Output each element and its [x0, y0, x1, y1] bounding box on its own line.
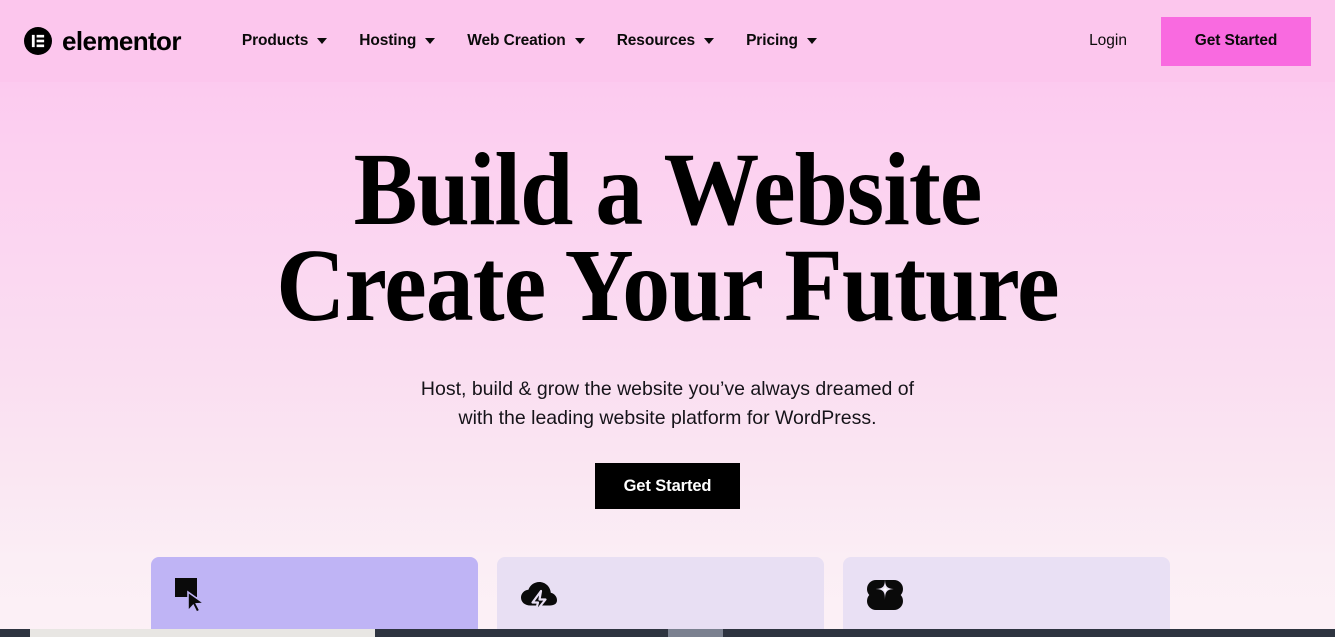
scrollbar-thumb[interactable] — [30, 629, 375, 637]
site-header: elementor Products Hosting Web Creation … — [0, 0, 1335, 82]
nav-item-resources[interactable]: Resources — [601, 24, 730, 58]
chevron-down-icon — [425, 38, 436, 44]
hero-title-line-2: Create Your Future — [276, 227, 1059, 343]
header-get-started-button[interactable]: Get Started — [1161, 16, 1311, 66]
nav-item-products[interactable]: Products — [226, 24, 343, 58]
main-nav: Products Hosting Web Creation Resources … — [226, 24, 833, 58]
brand-name: elementor — [62, 26, 181, 56]
nav-item-pricing[interactable]: Pricing — [730, 24, 833, 58]
chevron-down-icon — [704, 38, 715, 44]
nav-label: Products — [241, 32, 309, 49]
hero-get-started-button[interactable]: Get Started — [595, 463, 740, 510]
elementor-logo-icon — [24, 27, 52, 55]
scrollbar-secondary-marker[interactable] — [668, 629, 723, 637]
header-actions: Login Get Started — [1077, 0, 1335, 82]
feature-card-hosting[interactable] — [497, 557, 824, 637]
nav-label: Hosting — [359, 32, 417, 49]
hero-subtitle: Host, build & grow the website you’ve al… — [0, 375, 1335, 433]
nav-item-web-creation[interactable]: Web Creation — [451, 24, 600, 58]
feature-cards — [151, 557, 1170, 637]
cloud-lightning-icon — [521, 582, 557, 614]
nav-label: Web Creation — [467, 32, 566, 49]
feature-card-builder[interactable] — [151, 557, 478, 637]
nav-item-hosting[interactable]: Hosting — [343, 24, 451, 58]
ai-sparkle-icon — [867, 578, 903, 610]
hero-section: Build a Website Create Your Future Host,… — [0, 82, 1335, 510]
brand-logo[interactable]: elementor — [24, 27, 181, 55]
chevron-down-icon — [806, 38, 817, 44]
feature-card-ai[interactable] — [843, 557, 1170, 637]
login-link[interactable]: Login — [1077, 24, 1139, 58]
hero-subtitle-line-2: with the leading website platform for Wo… — [458, 407, 877, 430]
chevron-down-icon — [574, 38, 585, 44]
hero-title-line-1: Build a Website — [353, 132, 983, 247]
nav-label: Pricing — [746, 32, 798, 49]
page-root: elementor Products Hosting Web Creation … — [0, 0, 1335, 637]
hero-cta-wrapper: Get Started — [0, 463, 1335, 510]
horizontal-scrollbar[interactable] — [0, 629, 1335, 637]
cursor-square-icon — [175, 578, 207, 614]
hero-subtitle-line-1: Host, build & grow the website you’ve al… — [420, 378, 915, 401]
chevron-down-icon — [317, 38, 328, 44]
page-title: Build a Website Create Your Future — [53, 132, 1281, 343]
nav-label: Resources — [616, 32, 696, 49]
